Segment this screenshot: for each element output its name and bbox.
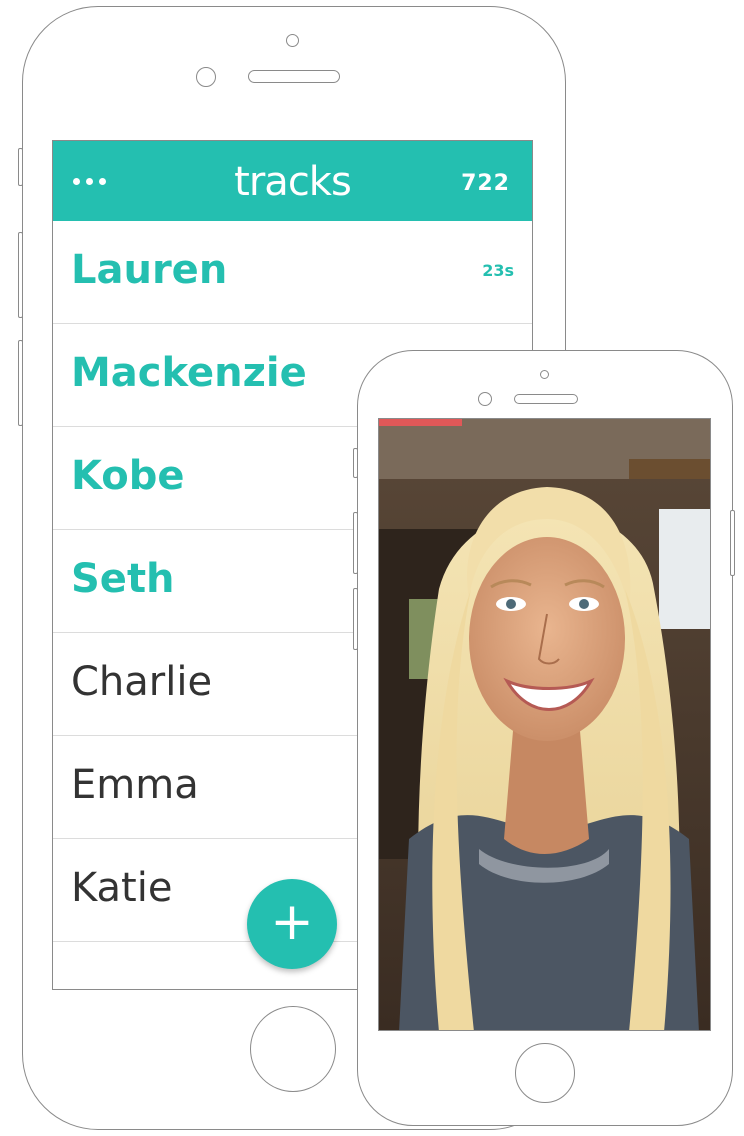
contact-duration: 23s	[482, 261, 514, 280]
contact-name: Mackenzie	[71, 350, 307, 396]
video-progress-fill	[379, 419, 462, 426]
earpiece-speaker	[248, 70, 340, 83]
volume-down-button	[353, 588, 358, 650]
contact-name: Charlie	[71, 659, 213, 705]
add-button[interactable]: +	[247, 879, 337, 969]
front-camera	[540, 370, 549, 379]
sensor	[196, 67, 216, 87]
contact-name: Lauren	[71, 247, 228, 293]
contact-name: Emma	[71, 762, 199, 808]
window-right	[659, 509, 710, 629]
mute-switch	[18, 148, 23, 186]
app-header: tracks 722	[53, 141, 532, 221]
curtain-rod	[629, 459, 710, 479]
power-button	[730, 510, 735, 576]
contact-name: Kobe	[71, 453, 185, 499]
video-playback-screen[interactable]	[378, 418, 711, 1031]
front-camera	[286, 34, 299, 47]
earpiece-speaker	[514, 394, 578, 404]
plus-icon: +	[270, 892, 314, 952]
contact-name: Katie	[71, 865, 173, 911]
home-button[interactable]	[250, 1006, 336, 1092]
volume-down-button	[18, 340, 23, 426]
video-frame	[379, 419, 710, 1030]
sensor	[478, 392, 492, 406]
contact-row[interactable]: Lauren 23s	[53, 221, 532, 324]
video-progress-bar	[379, 419, 710, 426]
volume-up-button	[18, 232, 23, 318]
contact-name: Seth	[71, 556, 175, 602]
home-button[interactable]	[515, 1043, 575, 1103]
mute-switch	[353, 448, 358, 478]
volume-up-button	[353, 512, 358, 574]
track-count: 722	[461, 171, 510, 196]
